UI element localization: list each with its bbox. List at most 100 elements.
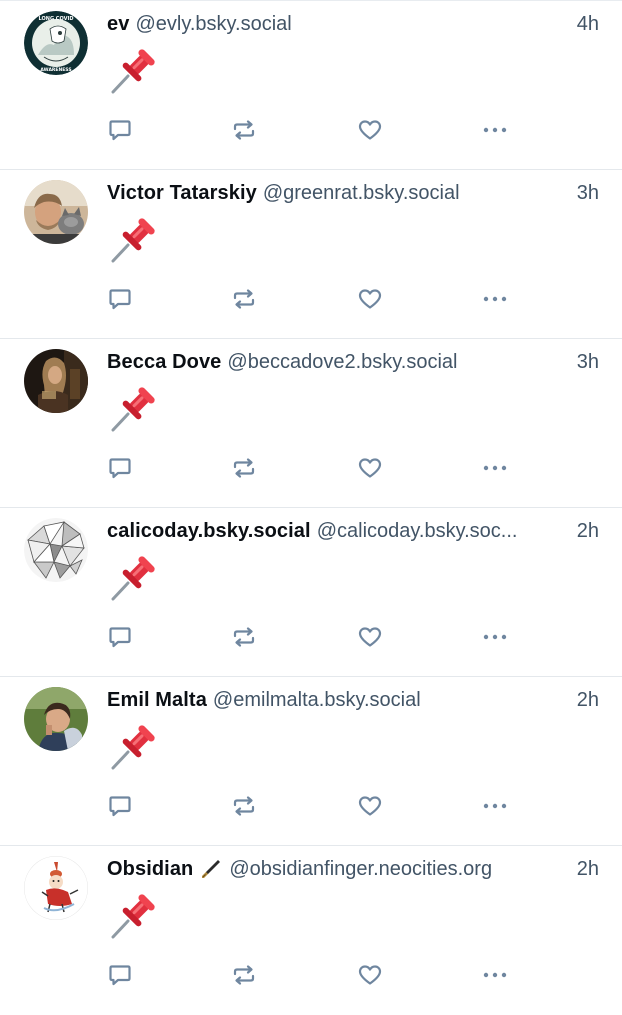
pushpin-emoji: [111, 556, 155, 601]
display-name[interactable]: Victor Tatarskiy: [107, 178, 257, 208]
post-actions: [107, 793, 527, 821]
handle[interactable]: @greenrat.bsky.social: [263, 178, 460, 208]
display-name[interactable]: calicoday.bsky.social: [107, 516, 311, 546]
post-header: Obsidian @obsidianfinger.neocities.org 2…: [107, 854, 599, 884]
avatar[interactable]: [24, 856, 88, 920]
post-header: Victor Tatarskiy @greenrat.bsky.social 3…: [107, 178, 599, 208]
heart-outline-icon: [358, 627, 382, 647]
like-button[interactable]: [357, 286, 385, 314]
post-header: Becca Dove @beccadove2.bsky.social 3h: [107, 347, 599, 377]
svg-text:AWARENESS: AWARENESS: [40, 67, 71, 73]
speech-bubble-icon: [109, 458, 131, 479]
timestamp[interactable]: 4h: [571, 9, 599, 39]
handle[interactable]: @evly.bsky.social: [135, 9, 291, 39]
display-name[interactable]: ev: [107, 9, 129, 39]
svg-text:LONG COVID: LONG COVID: [39, 16, 74, 22]
handle[interactable]: @calicoday.bsky.soc...: [317, 516, 518, 546]
more-options-button[interactable]: [482, 624, 510, 652]
handle[interactable]: @beccadove2.bsky.social: [227, 347, 457, 377]
pushpin-emoji: [111, 49, 155, 94]
timestamp[interactable]: 2h: [571, 854, 599, 884]
repost-arrows-icon: [233, 627, 255, 647]
fountain-pen-icon: [199, 857, 223, 881]
reply-button[interactable]: [107, 455, 135, 483]
handle[interactable]: @obsidianfinger.neocities.org: [229, 854, 492, 884]
repost-button[interactable]: [231, 455, 259, 483]
like-button[interactable]: [357, 117, 385, 145]
avatar[interactable]: [24, 180, 88, 244]
post-header: calicoday.bsky.social @calicoday.bsky.so…: [107, 516, 599, 546]
post-content-pushpin[interactable]: [107, 552, 159, 604]
post-content-pushpin[interactable]: [107, 383, 159, 435]
pushpin-emoji: [111, 725, 155, 770]
long-covid-awareness-avatar: LONG COVID AWARENESS: [24, 11, 88, 75]
repost-button[interactable]: [231, 962, 259, 990]
man-with-cat-photo-avatar: [24, 180, 88, 244]
repost-arrows-icon: [233, 796, 255, 816]
repost-arrows-icon: [233, 965, 255, 985]
post-header: ev @evly.bsky.social 4h: [107, 9, 599, 39]
like-button[interactable]: [357, 455, 385, 483]
more-options-button[interactable]: [482, 793, 510, 821]
more-options-button[interactable]: [482, 962, 510, 990]
like-button[interactable]: [357, 793, 385, 821]
reply-button[interactable]: [107, 962, 135, 990]
like-button[interactable]: [357, 962, 385, 990]
more-options-button[interactable]: [482, 455, 510, 483]
three-dots-icon: [483, 296, 507, 302]
post-content-pushpin[interactable]: [107, 214, 159, 266]
feed-post[interactable]: calicoday.bsky.social @calicoday.bsky.so…: [0, 508, 622, 677]
post-actions: [107, 962, 527, 990]
heart-outline-icon: [358, 289, 382, 309]
avatar[interactable]: [24, 687, 88, 751]
repost-button[interactable]: [231, 624, 259, 652]
post-actions: [107, 117, 527, 145]
feed-post[interactable]: LONG COVID AWARENESS ev @evly.bsky.socia…: [0, 1, 622, 170]
heart-outline-icon: [358, 458, 382, 478]
display-name[interactable]: Emil Malta: [107, 685, 207, 715]
reply-button[interactable]: [107, 624, 135, 652]
three-dots-icon: [483, 972, 507, 978]
speech-bubble-icon: [109, 965, 131, 986]
pushpin-emoji: [111, 387, 155, 432]
three-dots-icon: [483, 127, 507, 133]
avatar[interactable]: [24, 349, 88, 413]
dark-portrait-photo-avatar: [24, 349, 88, 413]
feed-post[interactable]: Becca Dove @beccadove2.bsky.social 3h: [0, 339, 622, 508]
timestamp[interactable]: 3h: [571, 178, 599, 208]
display-name[interactable]: Becca Dove: [107, 347, 221, 377]
repost-arrows-icon: [233, 289, 255, 309]
post-content-pushpin[interactable]: [107, 721, 159, 773]
avatar[interactable]: LONG COVID AWARENESS: [24, 11, 88, 75]
repost-arrows-icon: [233, 458, 255, 478]
like-button[interactable]: [357, 624, 385, 652]
repost-button[interactable]: [231, 117, 259, 145]
post-actions: [107, 286, 527, 314]
repost-button[interactable]: [231, 793, 259, 821]
timestamp[interactable]: 3h: [571, 347, 599, 377]
avatar[interactable]: [24, 518, 88, 582]
pushpin-emoji: [111, 894, 155, 939]
feed-post[interactable]: Obsidian @obsidianfinger.neocities.org 2…: [0, 846, 622, 1015]
triangle-mosaic-avatar: [24, 518, 88, 582]
post-content-pushpin[interactable]: [107, 45, 159, 97]
timestamp[interactable]: 2h: [571, 685, 599, 715]
post-content-pushpin[interactable]: [107, 890, 159, 942]
outdoor-photo-avatar: [24, 687, 88, 751]
timestamp[interactable]: 2h: [571, 516, 599, 546]
little-my-cartoon-avatar: [24, 856, 88, 920]
more-options-button[interactable]: [482, 117, 510, 145]
more-options-button[interactable]: [482, 286, 510, 314]
heart-outline-icon: [358, 965, 382, 985]
display-name[interactable]: Obsidian: [107, 854, 193, 884]
feed-post[interactable]: Emil Malta @emilmalta.bsky.social 2h: [0, 677, 622, 846]
handle[interactable]: @emilmalta.bsky.social: [213, 685, 421, 715]
speech-bubble-icon: [109, 120, 131, 141]
speech-bubble-icon: [109, 289, 131, 310]
heart-outline-icon: [358, 796, 382, 816]
feed-post[interactable]: Victor Tatarskiy @greenrat.bsky.social 3…: [0, 170, 622, 339]
reply-button[interactable]: [107, 117, 135, 145]
repost-button[interactable]: [231, 286, 259, 314]
reply-button[interactable]: [107, 793, 135, 821]
reply-button[interactable]: [107, 286, 135, 314]
